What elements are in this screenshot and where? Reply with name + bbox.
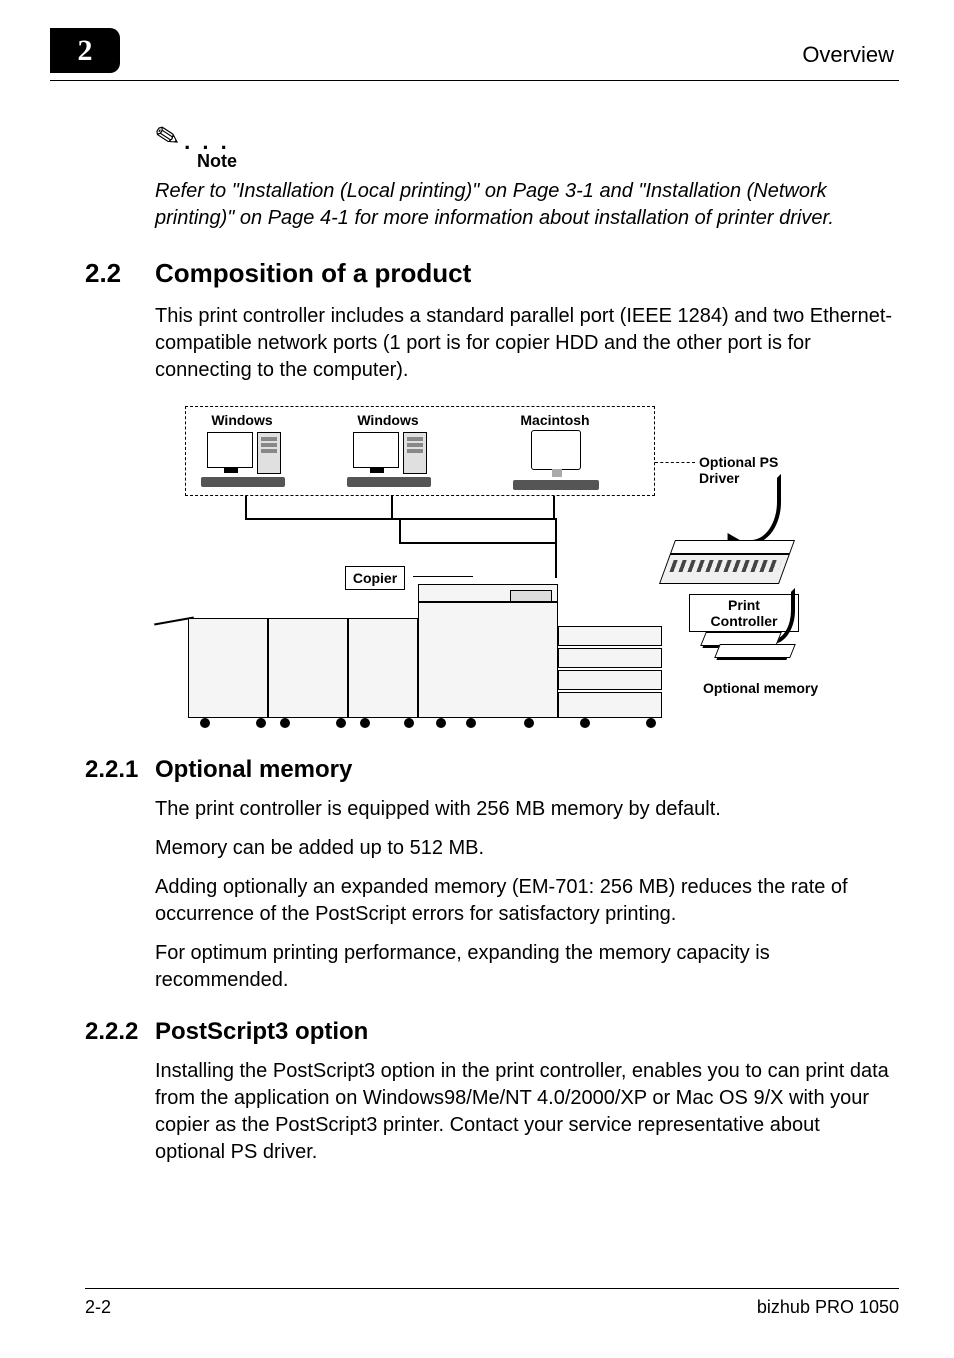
heading-2-2: 2.2Composition of a product: [85, 258, 894, 289]
heading-title: Composition of a product: [155, 258, 471, 288]
heading-2-2-1: 2.2.1Optional memory: [85, 756, 894, 784]
connector-line: [413, 576, 473, 577]
connector-line: [555, 518, 557, 578]
pencil-note-icon: ✎: [152, 118, 184, 157]
heading-title: Optional memory: [155, 756, 352, 783]
body-paragraph: Installing the PostScript3 option in the…: [155, 1058, 894, 1166]
windows-pc-2-icon: [347, 432, 437, 487]
heading-2-2-2: 2.2.2PostScript3 option: [85, 1018, 894, 1046]
body-paragraph: For optimum printing performance, expand…: [155, 940, 894, 994]
ps-to-controller-arrow: [731, 474, 781, 544]
copier-label: Copier: [345, 566, 405, 590]
body-paragraph: Adding optionally an expanded memory (EM…: [155, 874, 894, 928]
optional-memory-icon: [703, 632, 803, 672]
footer-page-number: 2-2: [85, 1297, 111, 1318]
heading-title: PostScript3 option: [155, 1018, 368, 1045]
body-paragraph: Memory can be added up to 512 MB.: [155, 835, 894, 862]
windows-label-2: Windows: [353, 412, 423, 428]
header-rule: [50, 80, 899, 81]
connector-line: [245, 496, 247, 518]
copier-machine-icon: [160, 592, 670, 732]
note-block: ✎. . . Note Refer to "Installation (Loca…: [155, 120, 894, 232]
connector-line: [399, 518, 401, 542]
composition-diagram: Windows Windows Macintosh Optional PS Dr…: [155, 402, 894, 732]
connector-line: [553, 496, 555, 518]
body-paragraph: This print controller includes a standar…: [155, 303, 894, 384]
body-paragraph: The print controller is equipped with 25…: [155, 796, 894, 823]
heading-number: 2.2.1: [85, 756, 155, 784]
chapter-number-tab: 2: [50, 28, 120, 73]
heading-number: 2.2.2: [85, 1018, 155, 1046]
footer-product-name: bizhub PRO 1050: [757, 1297, 899, 1318]
page-footer: 2-2 bizhub PRO 1050: [85, 1288, 899, 1318]
heading-number: 2.2: [85, 258, 155, 289]
ps-driver-connector-line: [655, 462, 695, 463]
windows-label-1: Windows: [207, 412, 277, 428]
note-text: Refer to "Installation (Local printing)"…: [155, 178, 894, 232]
note-label: Note: [197, 151, 894, 172]
windows-pc-1-icon: [201, 432, 291, 487]
macintosh-label: Macintosh: [515, 412, 595, 428]
macintosh-icon: [511, 430, 601, 490]
header-section-title: Overview: [802, 42, 894, 68]
optional-memory-label: Optional memory: [703, 680, 823, 696]
connector-line: [391, 496, 393, 518]
connector-line: [399, 542, 557, 544]
